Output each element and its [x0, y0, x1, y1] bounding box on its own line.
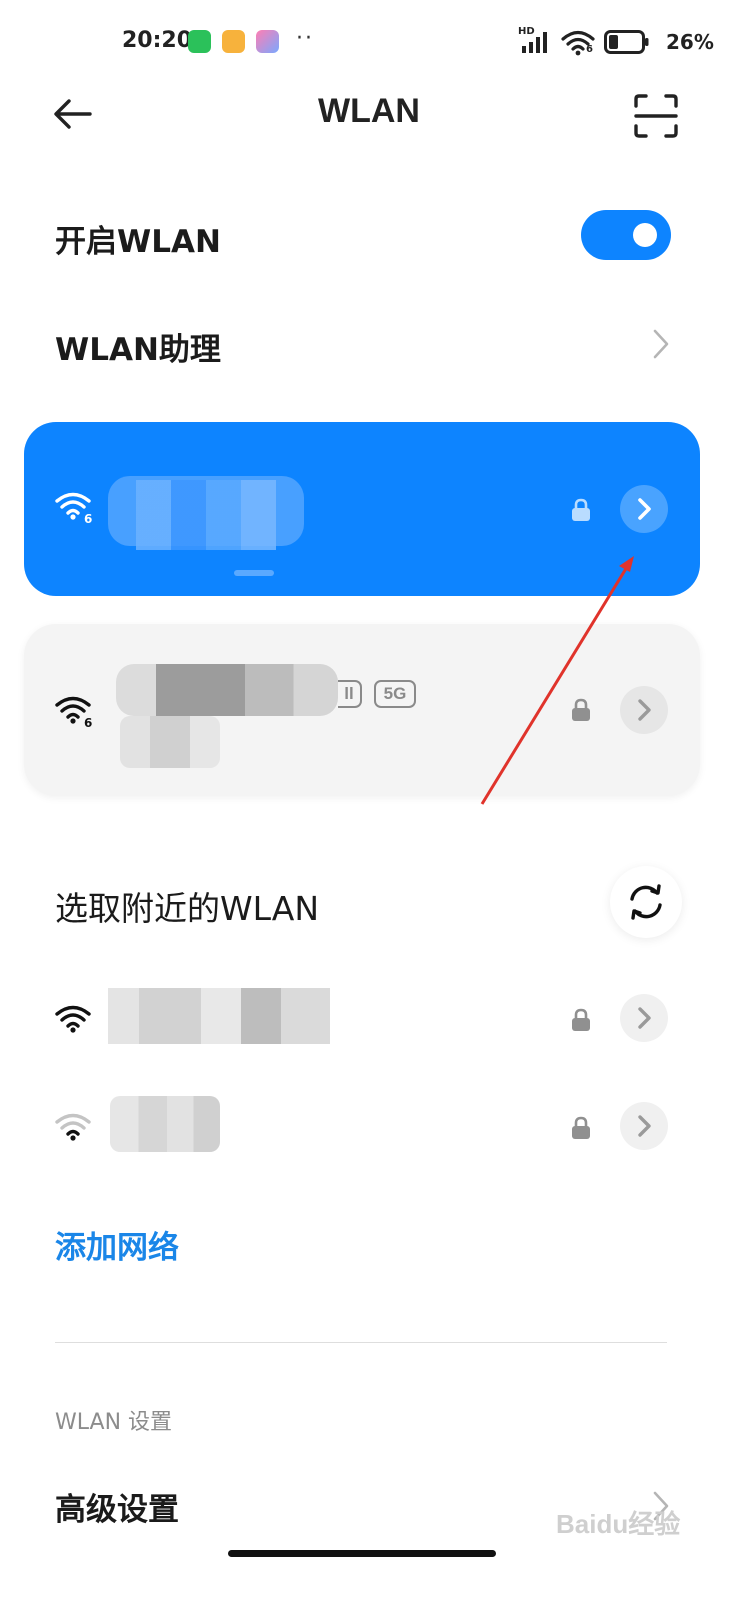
nearby-network-details-button[interactable] — [620, 1102, 668, 1150]
wifi-generation-label: 6 — [84, 716, 93, 730]
scan-frame-icon — [634, 94, 678, 138]
page-title: WLAN — [318, 92, 420, 130]
home-indicator[interactable] — [228, 1550, 496, 1557]
network-label: HD — [518, 26, 535, 37]
connected-network-card[interactable]: 6 — [24, 422, 700, 596]
wlan-settings-caption: WLAN 设置 — [55, 1410, 173, 1435]
advanced-settings-label: 高级设置 — [55, 1492, 179, 1528]
message-app-icon — [222, 30, 245, 53]
refresh-button[interactable] — [610, 866, 682, 938]
network-name-obscured — [108, 988, 330, 1044]
nearby-network-item[interactable] — [0, 1078, 738, 1174]
status-dots: ·· — [296, 26, 314, 51]
scan-button[interactable] — [632, 92, 680, 140]
nearby-networks-title: 选取附近的WLAN — [55, 889, 320, 928]
nearby-network-details-button[interactable] — [620, 994, 668, 1042]
wlan-toggle-switch[interactable] — [581, 210, 671, 260]
refresh-icon — [630, 884, 662, 920]
chevron-right-icon — [653, 329, 669, 359]
battery-percent: 26% — [666, 30, 714, 54]
saved-network-card[interactable]: 6 ll 5G — [24, 624, 700, 796]
divider — [55, 1342, 667, 1343]
chevron-right-icon — [638, 699, 651, 721]
wifi-weak-icon — [55, 1113, 91, 1141]
nearby-network-item[interactable] — [0, 970, 738, 1066]
status-time: 20:20 — [122, 28, 193, 53]
add-network-button[interactable]: 添加网络 — [55, 1222, 179, 1267]
chevron-right-icon — [638, 1115, 651, 1137]
lock-icon — [572, 698, 590, 721]
wifi-strong-icon — [55, 1005, 91, 1033]
watermark: Baidu经验 — [556, 1509, 681, 1539]
chevron-right-icon — [638, 1007, 651, 1029]
network-name-obscured-lower — [120, 716, 220, 768]
wlan-assistant-label: WLAN助理 — [55, 332, 221, 368]
wifi-status-generation: 6 — [586, 44, 593, 55]
lock-icon — [572, 1008, 590, 1031]
mi-tag: ll — [338, 680, 362, 708]
chevron-right-icon — [638, 498, 651, 520]
lock-icon — [572, 498, 590, 521]
toggle-knob — [633, 223, 657, 247]
network-name-obscured-pixels — [136, 480, 276, 550]
band-tag: 5G — [374, 680, 416, 708]
saved-network-details-button[interactable] — [620, 686, 668, 734]
game-app-icon — [256, 30, 279, 53]
network-name-obscured — [110, 1096, 220, 1152]
network-name-obscured — [116, 664, 338, 716]
network-status-obscured — [234, 570, 274, 576]
status-bar: 20:20 ·· HD 6 26% — [0, 0, 738, 84]
wifi-generation-label: 6 — [84, 512, 93, 526]
wlan-assistant-row[interactable]: WLAN助理 — [0, 304, 738, 384]
connected-network-details-button[interactable] — [620, 485, 668, 533]
wechat-icon — [188, 30, 211, 53]
lock-icon — [572, 1116, 590, 1139]
wlan-toggle-label: 开启WLAN — [55, 224, 221, 260]
battery-icon — [604, 30, 649, 54]
